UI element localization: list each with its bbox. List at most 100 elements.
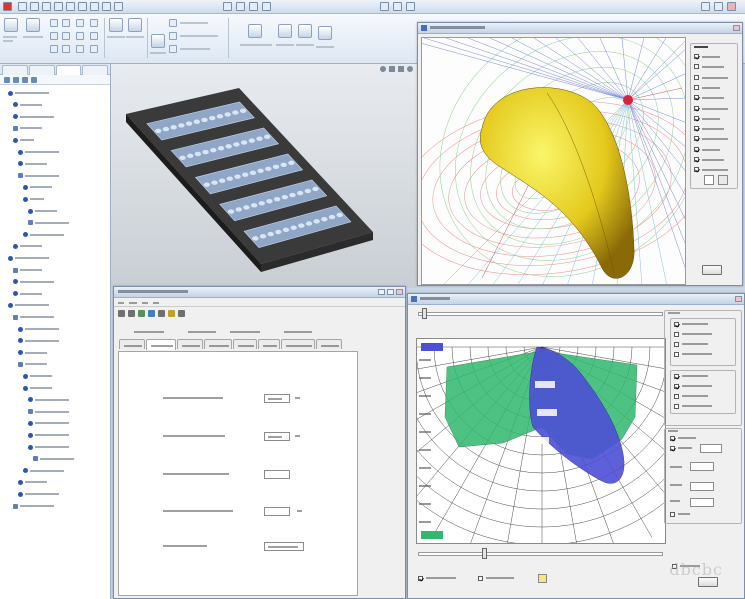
intensity-ok-button[interactable]: [702, 265, 722, 275]
dialog-tab[interactable]: [119, 339, 145, 349]
tree-tab-1[interactable]: [2, 65, 28, 75]
tree-node[interactable]: [18, 489, 59, 499]
tree-node[interactable]: [23, 194, 44, 204]
undo-icon[interactable]: [66, 2, 75, 11]
ribbon-small-button-14[interactable]: [169, 32, 177, 40]
display-option-checkbox[interactable]: [694, 54, 699, 59]
view-orientation-icon[interactable]: [389, 66, 395, 72]
display-option-checkbox[interactable]: [694, 146, 699, 152]
tree-node[interactable]: [33, 454, 74, 464]
print-plot-icon[interactable]: [718, 175, 728, 185]
curve-option-checkbox[interactable]: [674, 352, 679, 357]
display-option-checkbox[interactable]: [694, 126, 699, 132]
curve-option-checkbox[interactable]: [674, 342, 679, 347]
options-icon[interactable]: [114, 2, 123, 11]
display-option-checkbox[interactable]: [694, 84, 699, 90]
display-option-checkbox[interactable]: [694, 95, 699, 101]
tree-node[interactable]: [28, 407, 69, 417]
dialog-tab[interactable]: [281, 339, 315, 349]
dialog-tool-icon[interactable]: [118, 310, 125, 317]
polar-window-titlebar[interactable]: [408, 294, 744, 305]
dialog-field[interactable]: [264, 507, 290, 516]
curve-option-checkbox[interactable]: [670, 436, 675, 441]
ribbon-small-button-15[interactable]: [169, 45, 177, 53]
tree-tool-icon-2[interactable]: [13, 77, 19, 83]
ribbon-button-7[interactable]: [278, 24, 292, 38]
tree-node[interactable]: [23, 383, 52, 393]
dialog-tool-icon[interactable]: [138, 310, 145, 317]
curve-option-checkbox[interactable]: [674, 322, 679, 327]
ribbon-small-button-7[interactable]: [76, 19, 84, 27]
other-distribution-checkbox[interactable]: [478, 576, 483, 581]
dialog-tool-icon[interactable]: [168, 310, 175, 317]
zoom-icon[interactable]: [380, 66, 386, 72]
tree-node[interactable]: [18, 147, 59, 157]
tree-node[interactable]: [28, 218, 69, 228]
tree-node[interactable]: [8, 300, 49, 310]
dialog-tool-icon[interactable]: [128, 310, 135, 317]
tree-node[interactable]: [13, 312, 54, 322]
tree-node[interactable]: [13, 265, 42, 275]
dialog-maximize-icon[interactable]: [387, 289, 394, 295]
tree-node[interactable]: [18, 348, 47, 358]
settings-icon[interactable]: [249, 2, 258, 11]
display-option-checkbox[interactable]: [694, 74, 699, 80]
tree-node[interactable]: [23, 230, 64, 240]
close-icon[interactable]: [733, 25, 740, 31]
open-file-icon[interactable]: [30, 2, 39, 11]
model-viewport[interactable]: [111, 64, 417, 288]
window-close-icon[interactable]: [727, 2, 736, 11]
dialog-field[interactable]: [264, 432, 290, 441]
ribbon-small-button-1[interactable]: [50, 19, 58, 27]
window-maximize-icon[interactable]: [714, 2, 723, 11]
curve-option-field[interactable]: [690, 482, 714, 491]
dialog-tab[interactable]: [316, 339, 342, 349]
ribbon-button-1[interactable]: [4, 18, 18, 32]
print-icon[interactable]: [54, 2, 63, 11]
top-slider-track[interactable]: [418, 312, 663, 316]
ribbon-button-2[interactable]: [26, 18, 40, 32]
tree-tool-icon-1[interactable]: [4, 77, 10, 83]
ribbon-small-button-13[interactable]: [169, 19, 177, 27]
dialog-field[interactable]: [264, 470, 290, 479]
dialog-close-icon[interactable]: [396, 289, 403, 295]
ribbon-minimize-icon[interactable]: [380, 2, 389, 11]
curve-option-field[interactable]: [690, 498, 714, 507]
ribbon-button-9[interactable]: [318, 26, 332, 40]
dialog-minimize-icon[interactable]: [378, 289, 385, 295]
display-option-checkbox[interactable]: [694, 105, 699, 111]
tree-node[interactable]: [28, 206, 57, 216]
tree-node[interactable]: [8, 253, 49, 263]
ribbon-small-button-11[interactable]: [90, 32, 98, 40]
display-option-checkbox[interactable]: [694, 167, 699, 173]
close-icon[interactable]: [735, 296, 742, 302]
curve-option-field[interactable]: [690, 462, 714, 471]
tree-node[interactable]: [28, 395, 69, 405]
ribbon-small-button-4[interactable]: [62, 19, 70, 27]
tree-node[interactable]: [23, 182, 52, 192]
window-minimize-icon[interactable]: [701, 2, 710, 11]
curve-option-checkbox[interactable]: [670, 446, 675, 451]
user-icon[interactable]: [262, 2, 271, 11]
polar-plot[interactable]: [416, 338, 666, 544]
tree-node[interactable]: [28, 430, 69, 440]
dialog-field[interactable]: [264, 394, 290, 403]
ribbon-button-5[interactable]: [151, 34, 165, 48]
tree-node[interactable]: [13, 135, 34, 145]
display-option-checkbox[interactable]: [694, 157, 699, 162]
curve-option-field[interactable]: [700, 444, 722, 453]
dialog-tab[interactable]: [177, 339, 203, 349]
ribbon-button-4[interactable]: [128, 18, 142, 32]
dialog-tool-icon[interactable]: [158, 310, 165, 317]
tree-tool-icon-4[interactable]: [31, 77, 37, 83]
tree-node[interactable]: [18, 336, 59, 346]
intensity-window-titlebar[interactable]: [418, 23, 742, 34]
tree-node[interactable]: [18, 159, 47, 169]
ribbon-small-button-2[interactable]: [50, 32, 58, 40]
tree-node[interactable]: [28, 418, 69, 428]
curve-distribution-checkbox[interactable]: [418, 576, 423, 581]
tree-tab-3[interactable]: [55, 65, 82, 75]
tree-node[interactable]: [13, 241, 42, 251]
tree-node[interactable]: [13, 501, 54, 511]
tree-node[interactable]: [13, 100, 42, 110]
